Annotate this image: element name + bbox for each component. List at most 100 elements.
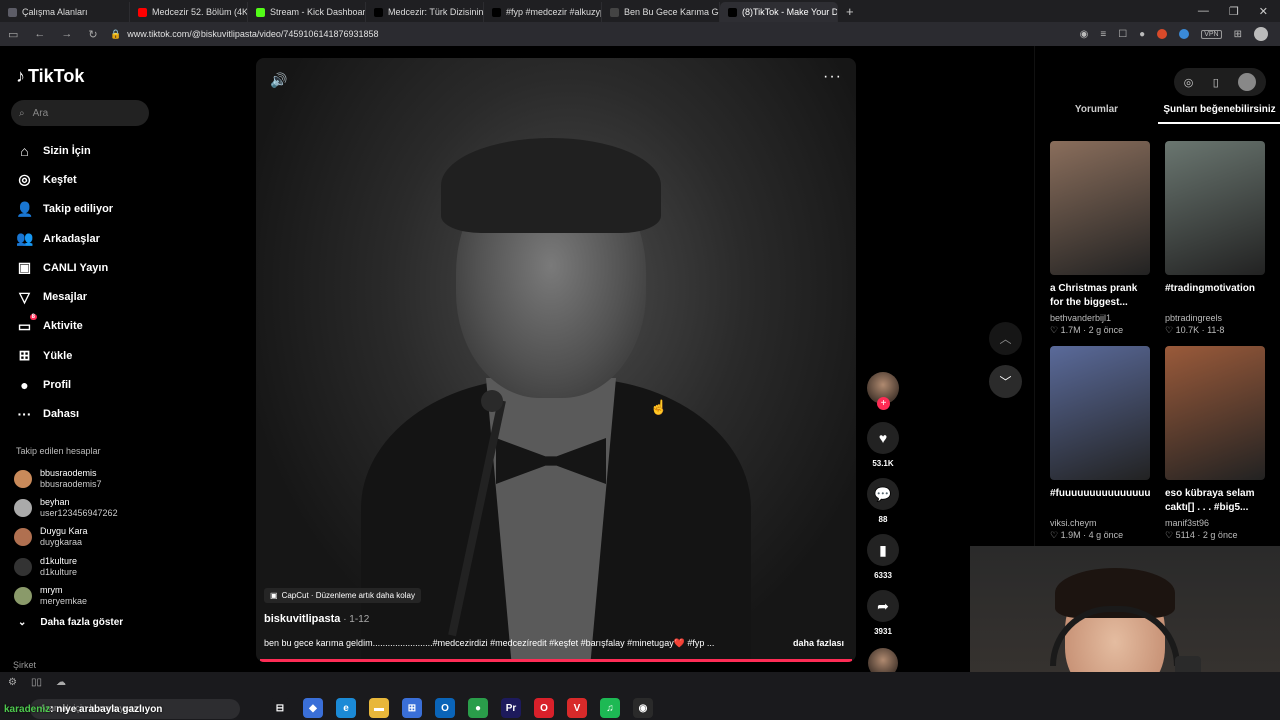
followed-account[interactable]: beyhan user123456947262 <box>14 493 118 522</box>
ext-grid-icon[interactable]: ⊞ <box>1234 29 1242 40</box>
like-count: 53.1K <box>872 459 894 468</box>
explorer-icon[interactable]: ▬ <box>369 698 389 718</box>
panel-tab[interactable]: Yorumlar <box>1035 104 1158 124</box>
new-tab-button[interactable]: + <box>838 4 862 19</box>
browser-tab[interactable]: (8)TikTok - Make Your Day <box>720 2 838 22</box>
more-options-icon[interactable]: ··· <box>823 68 842 86</box>
company-link[interactable]: Şirket <box>13 660 36 670</box>
bookmark-icon[interactable]: ▮ <box>867 534 899 566</box>
tiktok-logo[interactable]: ♪ TikTok <box>16 66 84 87</box>
profile-avatar[interactable] <box>1254 27 1268 41</box>
video-author[interactable]: biskuvitlipasta · 1-12 <box>264 613 369 625</box>
menu-item[interactable]: ▭ 8 Aktivite <box>16 312 113 341</box>
browser-tab[interactable]: Medcezir 52. Bölüm (4K) - <box>130 2 248 22</box>
cast-icon[interactable]: ◉ <box>1080 29 1089 40</box>
settings-icon[interactable]: ⚙ <box>8 677 17 688</box>
compass-icon[interactable]: ◎ <box>1184 76 1194 89</box>
bookmark-icon[interactable]: ☐ <box>1118 29 1127 40</box>
card-username[interactable]: manif3st96 <box>1165 518 1265 528</box>
suggested-video-card[interactable]: eso kübraya selam caktı[] . . . #big5...… <box>1165 346 1265 541</box>
ext-red-icon[interactable] <box>1157 29 1168 39</box>
outlook-icon[interactable]: O <box>435 698 455 718</box>
menu-item[interactable]: ▣ CANLI Yayın <box>16 253 113 282</box>
panels-icon[interactable]: ▯▯ <box>31 677 42 688</box>
video-thumbnail[interactable] <box>1050 346 1150 480</box>
opera-icon[interactable]: O <box>534 698 554 718</box>
reader-icon[interactable]: ≡ <box>1100 29 1106 40</box>
chrome-icon[interactable]: ● <box>468 698 488 718</box>
follow-plus-icon[interactable]: + <box>877 397 890 410</box>
video-thumbnail[interactable] <box>1050 141 1150 275</box>
creator-avatar[interactable]: + <box>867 372 899 410</box>
ext-blue-icon[interactable] <box>1179 29 1190 39</box>
chevron-down-icon[interactable]: ﹀ <box>989 365 1022 398</box>
menu-item[interactable]: ⌂ Sizin İçin <box>16 136 113 165</box>
suggested-video-card[interactable]: #fuuuuuuuuuuuuuuuuuuuuuuuuuu... viksi.che… <box>1050 346 1150 541</box>
browser-tab[interactable]: Medcezir: Türk Dizisinin Ef <box>366 2 484 22</box>
menu-item[interactable]: 👥 Arkadaşlar <box>16 224 113 253</box>
obs-icon[interactable]: ◉ <box>633 698 653 718</box>
video-player[interactable]: 🔊 ··· ▣ CapCut · Düzenleme artık daha ko… <box>256 58 856 662</box>
comment-action[interactable]: 💬 88 <box>867 478 899 524</box>
reload-icon[interactable]: ↻ <box>88 28 97 41</box>
card-username[interactable]: viksi.cheym <box>1050 518 1150 528</box>
menu-item[interactable]: ● Profil <box>16 370 113 399</box>
browser-tab[interactable]: Çalışma Alanları <box>0 2 130 22</box>
card-username[interactable]: pbtradingreels <box>1165 313 1265 323</box>
save-action[interactable]: ▮ 6333 <box>867 534 899 580</box>
vpn-button[interactable]: VPN <box>1201 29 1222 39</box>
close-icon[interactable]: ✕ <box>1259 5 1268 18</box>
show-more-button[interactable]: ⌄ Daha fazla göster <box>18 617 123 628</box>
user-avatar[interactable] <box>1238 73 1257 91</box>
tab-label: Ben Bu Gece Karıma Geldim <box>624 7 719 17</box>
maximize-icon[interactable]: ❐ <box>1229 5 1239 18</box>
followed-account[interactable]: Duygu Kara duygkaraa <box>14 523 118 552</box>
card-stats: ♡ 1.9M · 4 g önce <box>1050 530 1124 540</box>
suggested-video-card[interactable]: a Christmas prank for the biggest... beth… <box>1050 141 1150 336</box>
url-field[interactable]: www.tiktok.com/@biskuvitlipasta/video/74… <box>127 29 1079 39</box>
volume-icon[interactable]: 🔊 <box>270 72 287 89</box>
chevron-up-icon[interactable]: ︿ <box>989 322 1022 355</box>
share-action[interactable]: ➦ 3931 <box>867 590 899 636</box>
search-input[interactable]: ⌕ Ara <box>11 100 149 126</box>
share-icon[interactable]: ➦ <box>867 590 899 622</box>
save-count: 6333 <box>874 571 892 580</box>
comment-icon[interactable]: 💬 <box>867 478 899 510</box>
video-thumbnail[interactable] <box>1165 346 1265 480</box>
sidebar-toggle-icon[interactable]: ▭ <box>8 28 18 41</box>
video-thumbnail[interactable] <box>1165 141 1265 275</box>
minimize-icon[interactable]: — <box>1198 5 1209 18</box>
spotify-icon[interactable]: ♫ <box>600 698 620 718</box>
see-more-link[interactable]: daha fazlası <box>793 638 844 648</box>
menu-item[interactable]: ◎ Keşfet <box>16 165 113 194</box>
ext-dot-icon[interactable]: ● <box>1139 29 1145 40</box>
comment-count: 88 <box>878 515 888 524</box>
card-username[interactable]: bethvanderbijl1 <box>1050 313 1150 323</box>
followed-account[interactable]: d1kulture d1kulture <box>14 552 118 581</box>
followed-account[interactable]: mrym meryemkae <box>14 581 118 610</box>
browser-tab[interactable]: #fyp #medcezir #alkuzyp | <box>484 2 602 22</box>
menu-item[interactable]: ··· Dahası <box>16 400 113 429</box>
capcut-tag[interactable]: ▣ CapCut · Düzenleme artık daha kolay <box>264 588 421 603</box>
store-icon[interactable]: ⊞ <box>402 698 422 718</box>
video-progress-bar[interactable] <box>260 659 852 662</box>
phone-icon[interactable]: ▯ <box>1213 76 1219 89</box>
forward-icon[interactable]: → <box>61 28 72 41</box>
menu-item[interactable]: ⊞ Yükle <box>16 341 113 370</box>
cloud-icon[interactable]: ☁ <box>56 677 66 688</box>
menu-item[interactable]: 👤 Takip ediliyor <box>16 195 113 224</box>
like-action[interactable]: ♥ 53.1K <box>867 422 899 468</box>
taskview-icon[interactable]: ⊟ <box>270 698 290 718</box>
vivaldi-icon[interactable]: V <box>567 698 587 718</box>
edge-icon[interactable]: e <box>336 698 356 718</box>
browser-tab[interactable]: Stream - Kick Dashboard <box>248 2 366 22</box>
followed-account[interactable]: bbusraodemis bbusraodemis7 <box>14 464 118 493</box>
heart-icon[interactable]: ♥ <box>867 422 899 454</box>
copilot-icon[interactable]: ◆ <box>303 698 323 718</box>
panel-tab[interactable]: Şunları beğenebilirsiniz <box>1158 104 1280 124</box>
suggested-video-card[interactable]: #tradingmotivation pbtradingreels ♡ 10.7K … <box>1165 141 1265 336</box>
browser-tab[interactable]: Ben Bu Gece Karıma Geldim <box>602 2 720 22</box>
menu-item[interactable]: ▽ Mesajlar <box>16 282 113 311</box>
premiere-icon[interactable]: Pr <box>501 698 521 718</box>
back-icon[interactable]: ← <box>34 28 45 41</box>
